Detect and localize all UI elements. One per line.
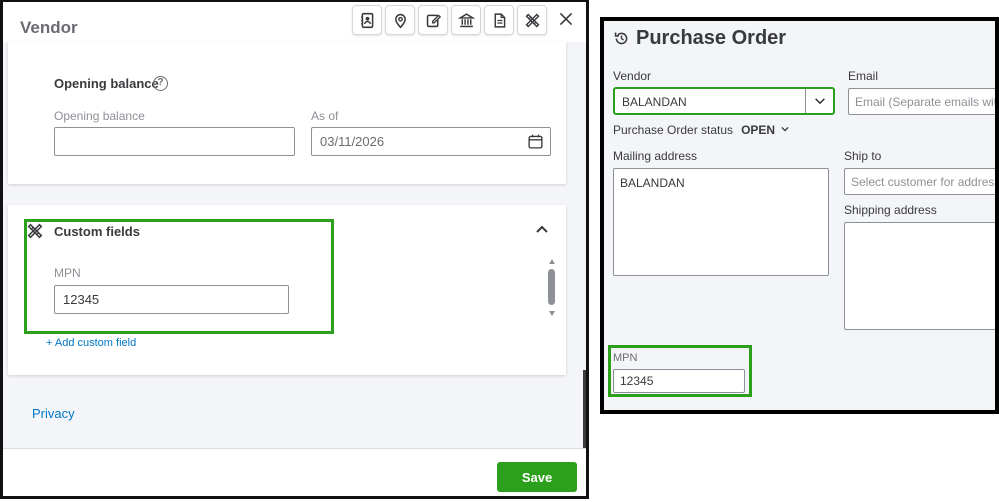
chevron-up-icon[interactable] xyxy=(534,221,550,237)
scroll-down-arrow-icon[interactable] xyxy=(549,311,555,316)
scroll-up-arrow-icon[interactable] xyxy=(549,259,555,264)
location-pin-icon[interactable] xyxy=(385,5,415,35)
po-status-dropdown[interactable]: OPEN xyxy=(741,123,790,137)
close-icon[interactable] xyxy=(556,9,576,29)
panel-scrollbar[interactable] xyxy=(583,370,586,450)
po-ship-to-input[interactable]: Select customer for address xyxy=(844,168,995,195)
po-shipping-address-label: Shipping address xyxy=(844,203,937,217)
vendor-footer: Save xyxy=(3,448,586,496)
po-status-value: OPEN xyxy=(741,123,776,137)
vendor-header: Vendor xyxy=(3,2,586,42)
highlight-box xyxy=(24,219,334,334)
as-of-date-value: 03/11/2026 xyxy=(320,134,385,149)
custom-fields-scrollbar[interactable] xyxy=(547,259,557,319)
po-vendor-label: Vendor xyxy=(613,69,652,83)
po-email-label: Email xyxy=(848,69,879,83)
custom-fields-card: Custom fields MPN 12345 + Add custom fie… xyxy=(8,205,566,375)
history-icon[interactable] xyxy=(613,30,630,47)
vendor-panel: Vendor Opening balance ? Opening balance… xyxy=(0,0,589,499)
po-vendor-select[interactable]: BALANDAN xyxy=(613,87,835,115)
as-of-label: As of xyxy=(311,109,339,123)
po-vendor-value: BALANDAN xyxy=(622,95,687,109)
as-of-date-input[interactable]: 03/11/2026 xyxy=(311,127,551,156)
po-email-input[interactable]: Email (Separate emails with xyxy=(848,88,995,115)
po-status: Purchase Order status OPEN xyxy=(613,123,790,137)
opening-balance-heading: Opening balance xyxy=(54,76,159,91)
purchase-order-panel: Purchase Order Vendor BALANDAN Email Ema… xyxy=(600,17,999,414)
edit-note-icon[interactable] xyxy=(418,5,448,35)
po-title: Purchase Order xyxy=(636,27,787,49)
help-icon[interactable]: ? xyxy=(153,76,168,91)
po-ship-to-label: Ship to xyxy=(844,149,882,163)
po-mailing-address[interactable]: BALANDAN xyxy=(613,168,829,276)
tools-icon[interactable] xyxy=(517,5,547,35)
po-shipping-address[interactable] xyxy=(844,222,995,330)
chevron-down-icon[interactable] xyxy=(805,89,833,113)
po-mailing-label: Mailing address xyxy=(613,149,698,163)
save-button[interactable]: Save xyxy=(497,462,577,492)
opening-balance-label: Opening balance xyxy=(54,109,145,123)
calendar-icon[interactable] xyxy=(527,133,544,150)
vendor-title: Vendor xyxy=(20,18,78,37)
po-header: Purchase Order xyxy=(613,27,786,50)
vendor-toolbar xyxy=(352,5,547,35)
po-mpn-input[interactable]: 12345 xyxy=(613,369,745,393)
document-icon[interactable] xyxy=(484,5,514,35)
opening-balance-card: Opening balance ? Opening balance As of … xyxy=(8,42,566,184)
bank-icon[interactable] xyxy=(451,5,481,35)
scroll-thumb[interactable] xyxy=(548,269,555,305)
po-mpn-label: MPN xyxy=(613,352,638,364)
po-status-label: Purchase Order status xyxy=(613,123,734,137)
contact-card-icon[interactable] xyxy=(352,5,382,35)
chevron-down-icon xyxy=(781,126,790,132)
opening-balance-input[interactable] xyxy=(54,127,295,156)
add-custom-field-link[interactable]: + Add custom field xyxy=(46,337,136,349)
privacy-link[interactable]: Privacy xyxy=(32,406,75,421)
